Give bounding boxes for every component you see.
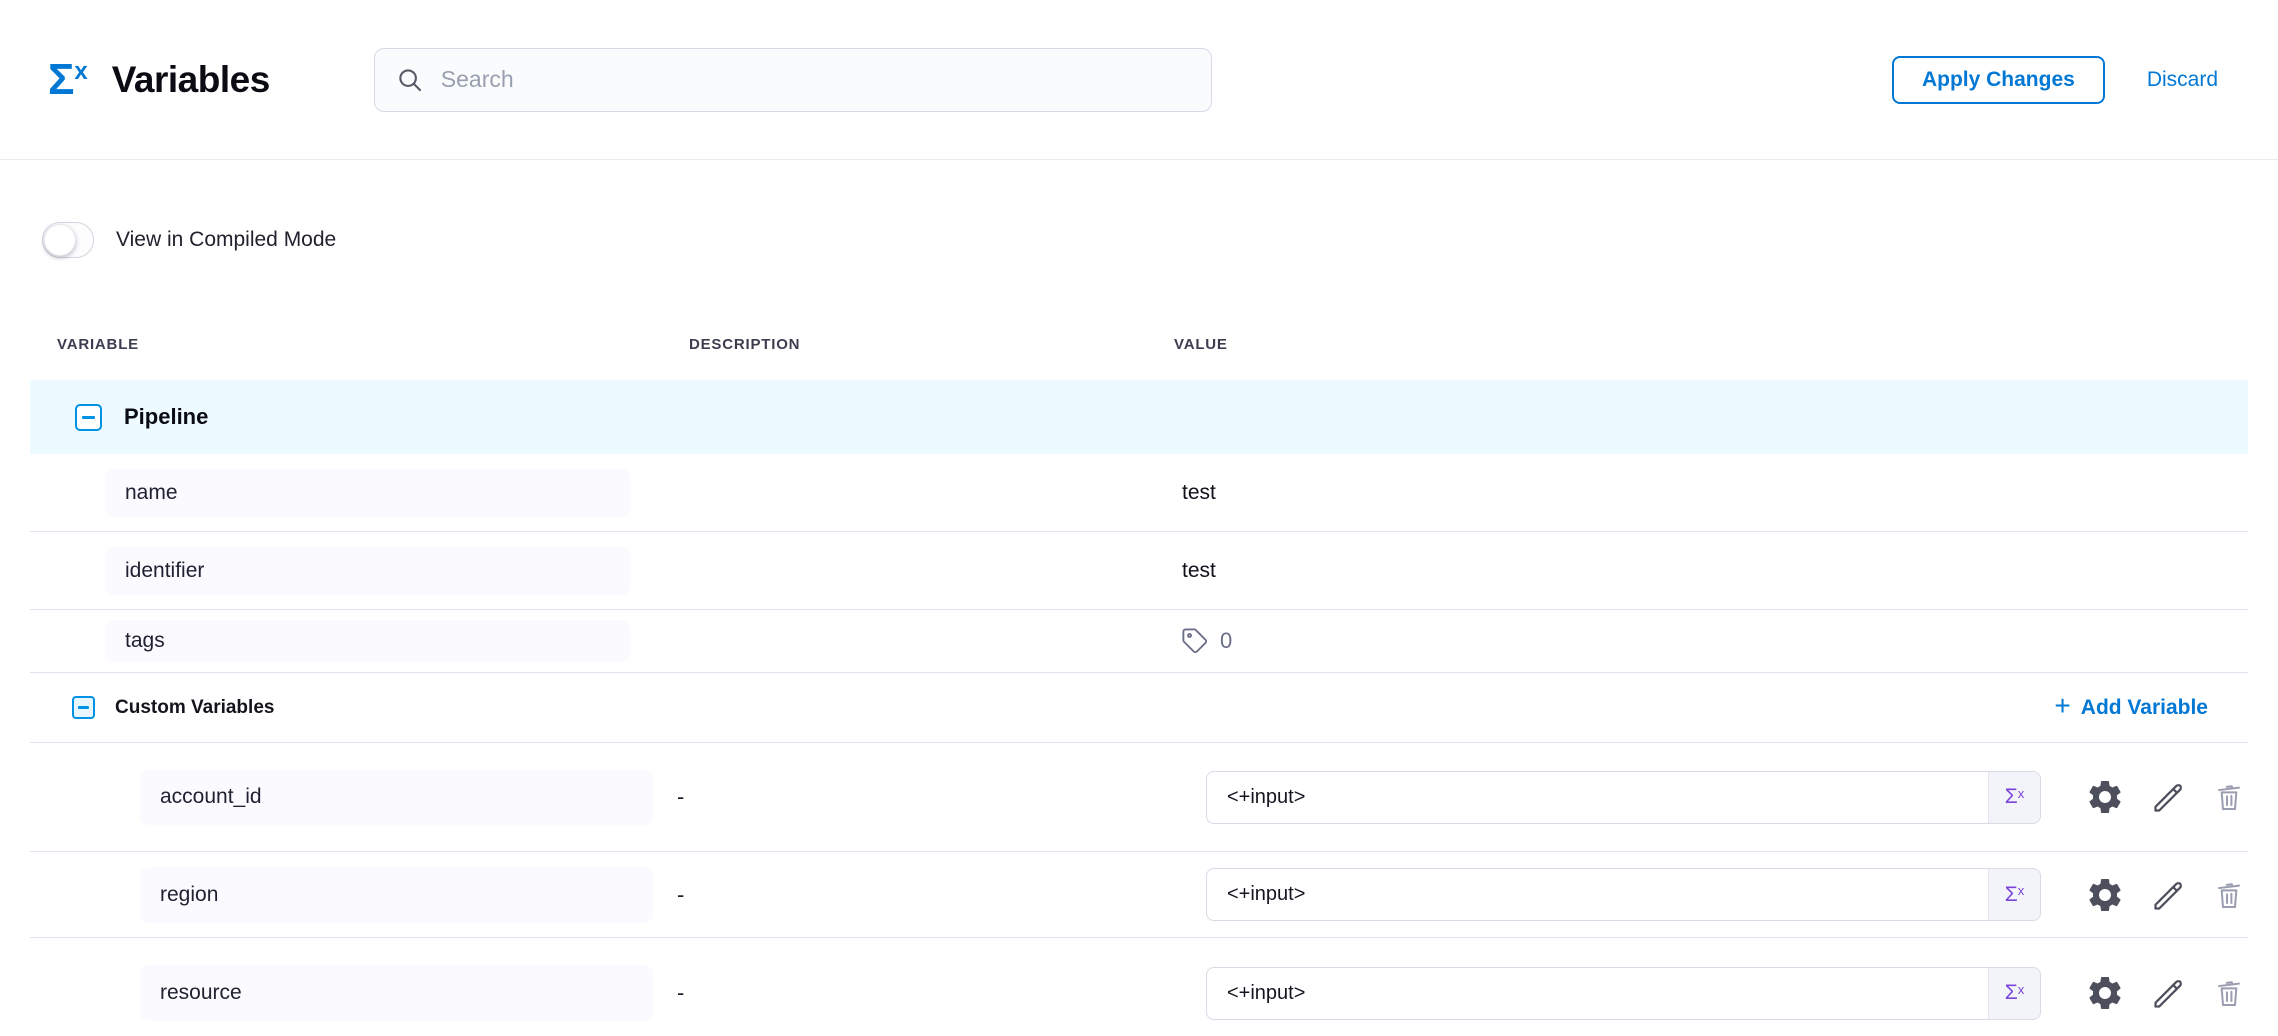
column-header-variable: VARIABLE [57, 336, 677, 353]
gear-icon [2085, 777, 2125, 817]
variable-value-input[interactable] [1207, 968, 1988, 1019]
tag-icon [1180, 626, 1210, 656]
search-input[interactable] [441, 66, 1191, 93]
expression-type-chip[interactable]: Σx [1988, 869, 2040, 920]
variable-name-field: name [105, 469, 630, 517]
table-row: tags 0 [30, 610, 2248, 673]
table-row: identifier test [30, 532, 2248, 610]
edit-button[interactable] [2151, 779, 2187, 815]
value-input-wrap: Σx [1206, 868, 2041, 921]
expression-type-chip[interactable]: Σx [1988, 772, 2040, 823]
gear-icon [2085, 875, 2125, 915]
variable-name-field: identifier [105, 547, 630, 595]
table-header-row: VARIABLE DESCRIPTION VALUE [30, 308, 2248, 380]
variable-value-input[interactable] [1207, 869, 1988, 920]
tags-value: 0 [1174, 626, 2248, 656]
variables-table: VARIABLE DESCRIPTION VALUE Pipeline name… [30, 308, 2248, 1036]
variable-value: test [1174, 559, 2248, 583]
page-header: Σx Variables Apply Changes Discard [0, 0, 2278, 160]
row-actions [2085, 973, 2245, 1013]
custom-variables-label: Custom Variables [115, 697, 274, 719]
compiled-mode-toggle[interactable] [42, 222, 94, 258]
compiled-mode-label: View in Compiled Mode [116, 228, 336, 252]
variable-name-field: account_id [140, 769, 653, 825]
variable-name-field: region [140, 867, 653, 923]
table-row: account_id - Σx [30, 743, 2248, 852]
variable-description: - [677, 784, 1174, 810]
search-icon [395, 65, 425, 95]
trash-icon [2213, 977, 2245, 1009]
compiled-mode-row: View in Compiled Mode [30, 222, 2248, 258]
delete-button[interactable] [2213, 977, 2245, 1009]
collapse-minus-icon[interactable] [72, 696, 95, 719]
pencil-icon [2151, 877, 2187, 913]
variable-value: test [1174, 481, 2248, 505]
page-title: Variables [112, 59, 270, 101]
variable-value-input[interactable] [1207, 772, 1988, 823]
collapse-minus-icon[interactable] [75, 404, 102, 431]
trash-icon [2213, 781, 2245, 813]
delete-button[interactable] [2213, 879, 2245, 911]
search-box[interactable] [374, 48, 1212, 112]
variable-name-field: resource [140, 965, 653, 1021]
edit-button[interactable] [2151, 975, 2187, 1011]
edit-button[interactable] [2151, 877, 2187, 913]
plus-icon: + [2054, 692, 2070, 720]
table-row: region - Σx [30, 852, 2248, 938]
settings-button[interactable] [2085, 875, 2125, 915]
row-actions [2085, 777, 2245, 817]
value-input-wrap: Σx [1206, 771, 2041, 824]
trash-icon [2213, 879, 2245, 911]
value-input-wrap: Σx [1206, 967, 2041, 1020]
variable-description: - [677, 882, 1174, 908]
apply-changes-button[interactable]: Apply Changes [1892, 56, 2105, 104]
variable-description: - [677, 980, 1174, 1006]
column-header-value: VALUE [1174, 336, 2248, 353]
add-variable-button[interactable]: + Add Variable [2054, 695, 2208, 720]
gear-icon [2085, 973, 2125, 1013]
pipeline-group-label: Pipeline [124, 404, 208, 430]
tags-count: 0 [1220, 628, 1232, 654]
pencil-icon [2151, 975, 2187, 1011]
variables-panel: View in Compiled Mode VARIABLE DESCRIPTI… [0, 222, 2278, 1036]
settings-button[interactable] [2085, 973, 2125, 1013]
variable-name-field: tags [105, 620, 630, 662]
table-row: name test [30, 454, 2248, 532]
expression-type-chip[interactable]: Σx [1988, 968, 2040, 1019]
column-header-description: DESCRIPTION [677, 336, 1174, 353]
settings-button[interactable] [2085, 777, 2125, 817]
variables-sigma-icon: Σx [48, 58, 88, 102]
pipeline-group-row: Pipeline [30, 380, 2248, 454]
toggle-knob [44, 224, 76, 256]
pencil-icon [2151, 779, 2187, 815]
discard-button[interactable]: Discard [2147, 68, 2218, 92]
row-actions [2085, 875, 2245, 915]
delete-button[interactable] [2213, 781, 2245, 813]
custom-variables-group-row: Custom Variables + Add Variable [30, 673, 2248, 743]
table-row: resource - Σx [30, 938, 2248, 1036]
